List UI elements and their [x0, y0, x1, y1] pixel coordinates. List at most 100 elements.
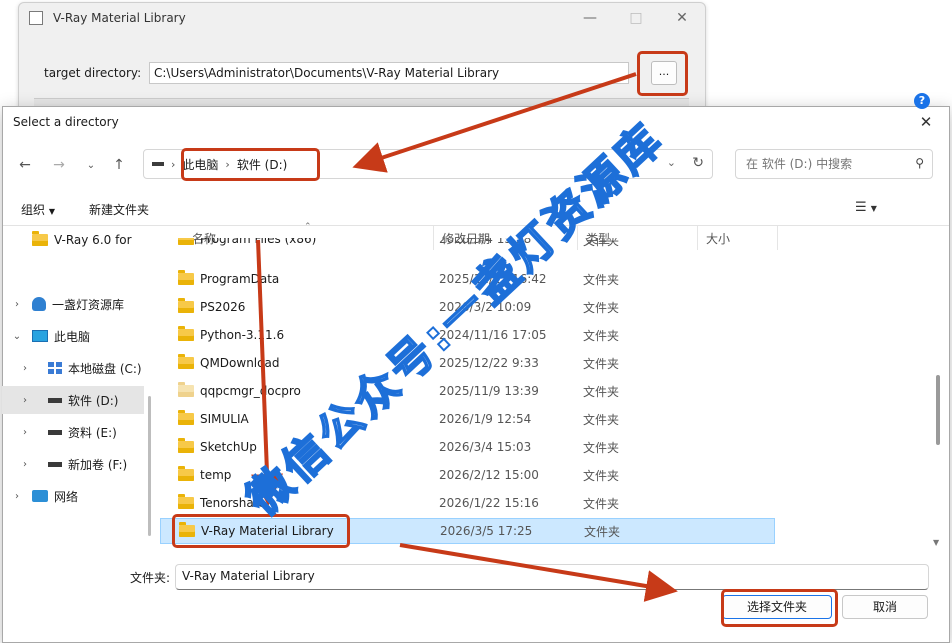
- chevron-right-icon[interactable]: ›: [2, 459, 48, 470]
- recent-locations-icon[interactable]: ⌄: [81, 155, 101, 175]
- file-type: 文件夹: [584, 524, 621, 539]
- command-bar: 组织 ▼ 新建文件夹 ☰ ▼: [3, 191, 949, 226]
- list-item[interactable]: SIMULIA 2026/1/9 12:54 文件夹: [160, 406, 775, 432]
- file-date: 2026/1/9 12:54: [439, 412, 532, 426]
- new-folder-button[interactable]: 新建文件夹: [89, 201, 149, 218]
- organize-label: 组织: [21, 203, 46, 217]
- file-type: 文件夹: [583, 300, 620, 315]
- network-icon: [32, 490, 48, 502]
- list-item[interactable]: qqpcmgr_docpro 2025/11/9 13:39 文件夹: [160, 378, 775, 404]
- nav-item-this-pc[interactable]: ⌄ 此电脑: [2, 322, 144, 350]
- file-date: 2025/11/9 13:39: [439, 384, 539, 398]
- list-item[interactable]: QMDownload 2025/12/22 9:33 文件夹: [160, 350, 775, 376]
- folder-icon: [178, 270, 194, 285]
- refresh-icon[interactable]: ↻: [692, 155, 704, 171]
- chevron-down-icon[interactable]: ⌄: [2, 331, 32, 342]
- windows-drive-icon: [48, 362, 62, 374]
- nav-item-network[interactable]: › 网络: [2, 482, 144, 510]
- search-icon[interactable]: ⚲: [915, 156, 924, 170]
- nav-scrollbar[interactable]: [148, 396, 151, 536]
- nav-item-vray[interactable]: V-Ray 6.0 for: [2, 226, 144, 254]
- organize-menu[interactable]: 组织 ▼: [21, 201, 55, 218]
- file-name: SIMULIA: [200, 412, 249, 426]
- nav-item-drive-e[interactable]: › 资料 (E:): [2, 418, 144, 446]
- nav-item-library[interactable]: › 一盏灯资源库: [2, 290, 144, 318]
- nav-item-drive-d[interactable]: › 软件 (D:): [2, 386, 144, 414]
- scroll-down-icon[interactable]: ▼: [933, 538, 939, 547]
- help-icon[interactable]: ?: [914, 93, 930, 109]
- highlight-browse: [637, 51, 688, 96]
- list-item[interactable]: Program Files (x86) 2026/3/4 15:58 文件夹: [160, 238, 775, 254]
- navigation-pane: V-Ray 6.0 for › 一盏灯资源库 ⌄ 此电脑 › 本地磁盘 (C:)…: [2, 224, 152, 550]
- search-box[interactable]: ⚲: [735, 149, 933, 179]
- folder-icon: [178, 494, 194, 509]
- file-type: 文件夹: [583, 496, 620, 511]
- chevron-right-icon[interactable]: ›: [2, 427, 48, 438]
- chevron-right-icon[interactable]: ›: [2, 491, 32, 502]
- drive-icon: [48, 461, 62, 467]
- cancel-button[interactable]: 取消: [842, 595, 928, 619]
- sort-ascending-icon: ⌃: [304, 222, 312, 232]
- chevron-right-icon[interactable]: ›: [2, 363, 48, 374]
- file-type: 文件夹: [583, 412, 620, 427]
- folder-icon: [178, 354, 194, 369]
- file-date: 2026/3/4 15:03: [439, 440, 532, 454]
- file-type: 文件夹: [583, 384, 620, 399]
- close-icon[interactable]: ✕: [659, 3, 705, 33]
- file-type: 文件夹: [583, 272, 620, 287]
- target-directory-input[interactable]: C:\Users\Administrator\Documents\V-Ray M…: [149, 62, 629, 84]
- maximize-icon[interactable]: □: [613, 3, 659, 33]
- target-directory-label: target directory:: [44, 66, 142, 80]
- view-options-icon[interactable]: ☰ ▼: [855, 200, 877, 215]
- folder-icon: [178, 326, 194, 341]
- chevron-right-icon[interactable]: ›: [2, 395, 48, 406]
- nav-label: 一盏灯资源库: [52, 297, 125, 312]
- folder-icon: [178, 238, 194, 245]
- dialog-close-icon[interactable]: ✕: [909, 107, 943, 137]
- nav-label: 软件 (D:): [68, 393, 119, 408]
- nav-item-drive-f[interactable]: › 新加卷 (F:): [2, 450, 144, 478]
- nav-label: 网络: [54, 489, 79, 504]
- folder-icon: [32, 231, 48, 246]
- nav-item-drive-c[interactable]: › 本地磁盘 (C:): [2, 354, 144, 382]
- back-icon[interactable]: ←: [15, 155, 35, 175]
- up-icon[interactable]: ↑: [109, 155, 129, 175]
- drive-small-icon: [152, 162, 164, 166]
- file-type: 文件夹: [583, 440, 620, 455]
- file-list-scrollbar[interactable]: [936, 375, 940, 445]
- pc-icon: [32, 330, 48, 342]
- nav-label: 此电脑: [54, 329, 91, 344]
- file-type: 文件夹: [583, 238, 620, 248]
- file-date: 2026/3/5 17:25: [440, 524, 533, 538]
- folder-name-input[interactable]: V-Ray Material Library: [175, 564, 929, 590]
- folder-icon: [178, 438, 194, 453]
- file-name: QMDownload: [200, 356, 280, 370]
- app-icon: [29, 11, 43, 25]
- nav-label: 本地磁盘 (C:): [68, 361, 142, 376]
- chevron-right-icon[interactable]: ›: [2, 299, 32, 310]
- folder-label: 文件夹:: [130, 571, 171, 585]
- file-name: SketchUp: [200, 440, 257, 454]
- forward-icon[interactable]: →: [49, 155, 69, 175]
- file-date: 2026/1/22 15:16: [439, 496, 539, 510]
- nav-label: V-Ray 6.0 for: [54, 233, 132, 247]
- list-item[interactable]: SketchUp 2026/3/4 15:03 文件夹: [160, 434, 775, 460]
- file-type: 文件夹: [583, 328, 620, 343]
- file-type: 文件夹: [583, 356, 620, 371]
- chevron-right-icon: ›: [171, 157, 176, 171]
- highlight-address: [181, 148, 320, 181]
- search-input[interactable]: [744, 156, 908, 172]
- file-name: Python-3.11.6: [200, 328, 285, 342]
- folder-icon: [178, 382, 194, 397]
- nav-label: 资料 (E:): [68, 425, 117, 440]
- highlight-select-button: [721, 589, 838, 627]
- user-folder-icon: [32, 297, 46, 311]
- file-type: 文件夹: [583, 468, 620, 483]
- bg-window-title: V-Ray Material Library: [53, 11, 186, 25]
- file-name: temp: [200, 468, 232, 482]
- folder-icon: [178, 466, 194, 481]
- file-name: qqpcmgr_docpro: [200, 384, 301, 398]
- file-name: PS2026: [200, 300, 246, 314]
- highlight-selected-folder: [172, 514, 350, 548]
- minimize-icon[interactable]: —: [567, 3, 613, 33]
